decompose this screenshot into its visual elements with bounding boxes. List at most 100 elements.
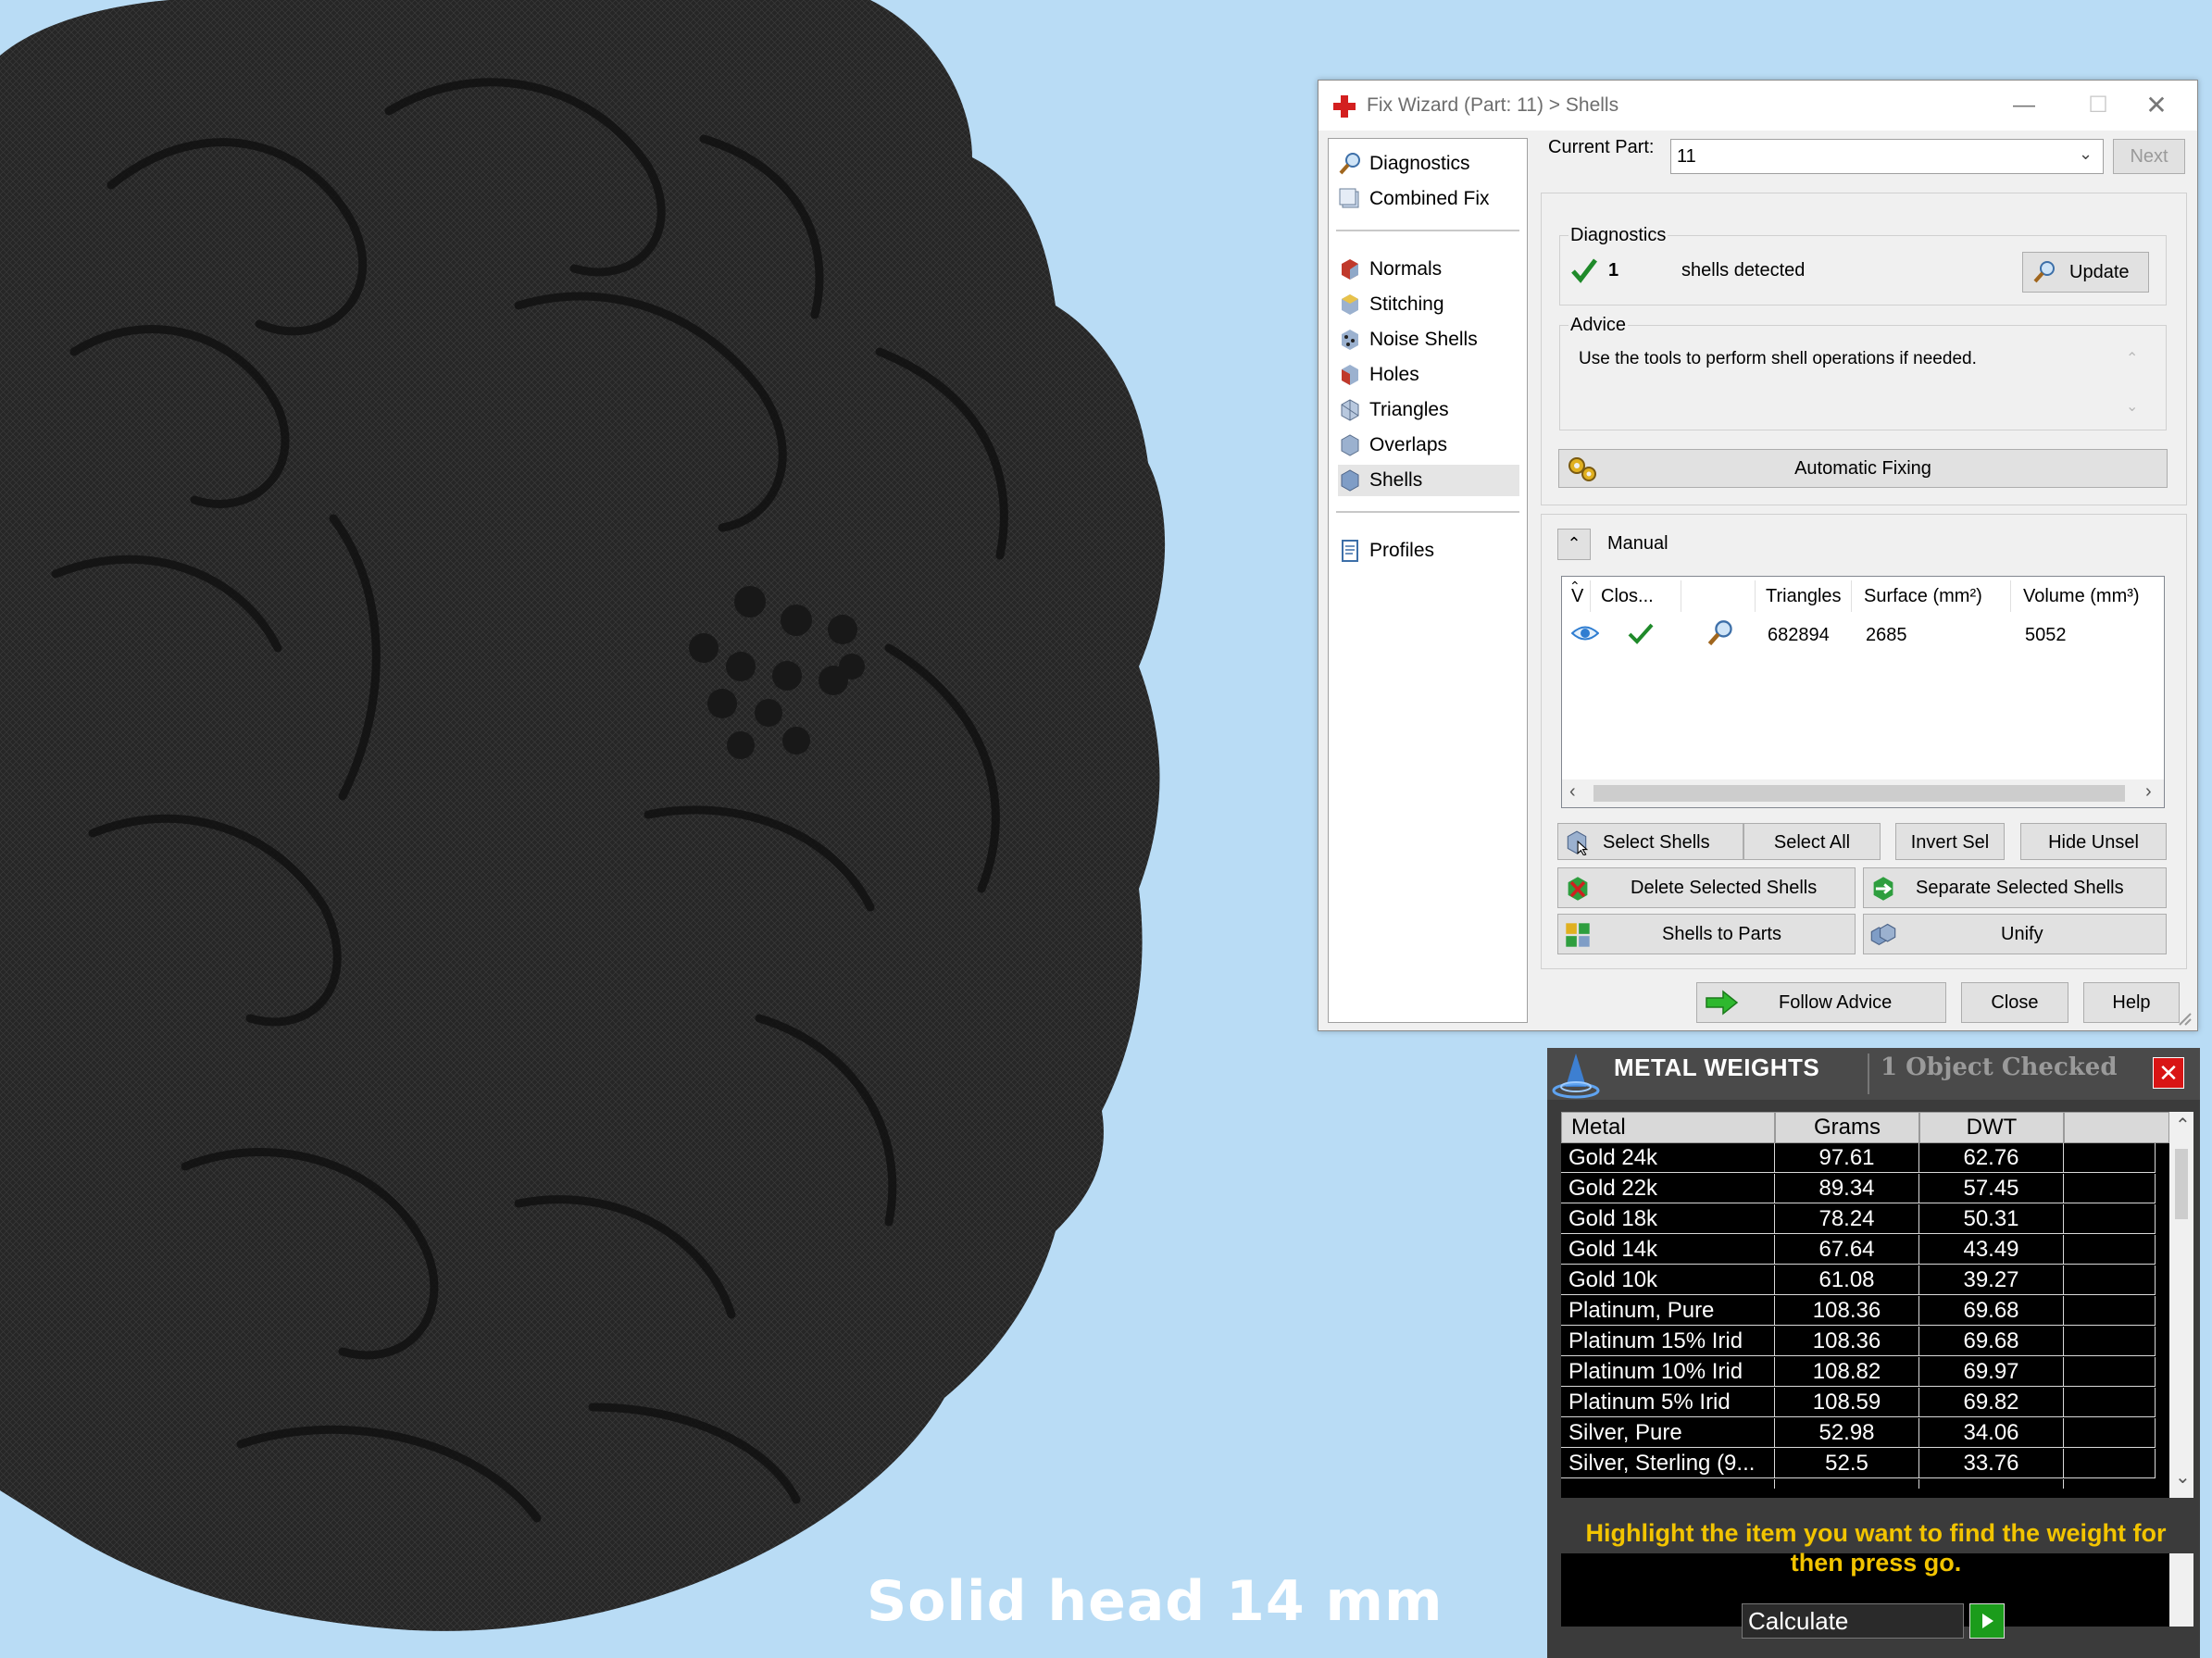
column-header-closed[interactable]: Clos...	[1601, 586, 1654, 607]
separate-selected-shells-button[interactable]: Separate Selected Shells	[1863, 867, 2167, 908]
automatic-fixing-button[interactable]: Automatic Fixing	[1558, 449, 2168, 488]
column-header-blank	[2064, 1112, 2169, 1143]
eye-icon[interactable]	[1571, 625, 1599, 642]
inspect-magnifier-icon[interactable]	[1706, 619, 1734, 647]
nav-item-diagnostics[interactable]: Diagnostics	[1338, 148, 1519, 180]
table-row[interactable]: Gold 18k 78.24 50.31	[1561, 1204, 2156, 1235]
horizontal-scrollbar[interactable]: ‹ ›	[1562, 779, 2164, 807]
model-viewport[interactable]	[0, 0, 1204, 1658]
nav-item-profiles[interactable]: Profiles	[1338, 535, 1519, 567]
delete-selected-shells-button[interactable]: Delete Selected Shells	[1557, 867, 1856, 908]
current-part-select[interactable]: 11 ⌄	[1670, 139, 2104, 174]
calculate-select[interactable]: Calculate	[1742, 1603, 1964, 1639]
update-button[interactable]: Update	[2022, 252, 2149, 293]
cell-metal: Platinum 15% Irid	[1561, 1327, 1775, 1356]
window-title: Fix Wizard (Part: 11) > Shells	[1367, 94, 1619, 116]
cell-blank	[2064, 1449, 2156, 1478]
table-row[interactable]: Gold 22k 89.34 57.45	[1561, 1174, 2156, 1204]
cell-metal: Platinum, Pure	[1561, 1296, 1775, 1326]
table-row[interactable]: Gold 24k 97.61 62.76	[1561, 1143, 2156, 1174]
nav-item-shells[interactable]: Shells	[1338, 465, 1519, 496]
scroll-left-icon[interactable]: ‹	[1569, 781, 1576, 803]
follow-advice-button[interactable]: Follow Advice	[1696, 982, 1946, 1023]
column-header-volume[interactable]: Volume (mm³)	[2023, 586, 2140, 607]
nav-item-combined-fix[interactable]: Combined Fix	[1338, 183, 1519, 215]
table-row[interactable]: Gold 10k 61.08 39.27	[1561, 1265, 2156, 1296]
cell-triangles: 682894	[1768, 625, 1830, 645]
table-row[interactable]: 682894 2685 5052	[1562, 616, 2164, 649]
cell-grams: 108.82	[1775, 1357, 1919, 1387]
nav-item-stitching[interactable]: Stitching	[1338, 289, 1519, 320]
maximize-button[interactable]: ☐	[2080, 90, 2117, 121]
resize-grip-icon[interactable]	[2176, 1010, 2193, 1027]
next-button[interactable]: Next	[2113, 139, 2185, 174]
cell-blank	[2064, 1265, 2156, 1295]
nav-item-normals[interactable]: Normals	[1338, 254, 1519, 285]
holes-cube-icon	[1342, 365, 1358, 386]
table-row[interactable]: Silver, Sterling (9... 52.5 33.76	[1561, 1449, 2156, 1479]
select-shells-button[interactable]: Select Shells	[1557, 823, 1743, 860]
shells-grid[interactable]: ⌃ V Clos... Triangles Surface (mm²) Volu…	[1561, 576, 2165, 808]
close-window-button[interactable]: ✕	[2138, 90, 2175, 121]
go-button[interactable]	[1969, 1603, 2005, 1639]
nav-item-triangles[interactable]: Triangles	[1338, 394, 1519, 426]
cell-dwt: 69.82	[1919, 1388, 2064, 1417]
cell-grams: 97.61	[1775, 1143, 1919, 1173]
cell-metal: Platinum 10% Irid	[1561, 1357, 1775, 1387]
cell-surface: 2685	[1866, 625, 1907, 645]
metal-weights-header: METAL WEIGHTS 1 Object Checked ✕	[1547, 1048, 2200, 1100]
table-row[interactable]: Platinum 5% Irid 108.59 69.82	[1561, 1388, 2156, 1418]
table-row[interactable]: Silver, Pure 52.98 34.06	[1561, 1418, 2156, 1449]
invert-sel-button[interactable]: Invert Sel	[1895, 823, 2005, 860]
scroll-right-icon[interactable]: ›	[2145, 781, 2152, 803]
scroll-down-icon[interactable]: ⌄	[2126, 397, 2138, 416]
stitching-cube-icon	[1342, 294, 1358, 316]
column-header-metal[interactable]: Metal	[1561, 1112, 1775, 1143]
cell-dwt: 62.76	[1919, 1143, 2064, 1173]
cell-blank	[2064, 1204, 2156, 1234]
table-row[interactable]: Platinum 15% Irid 108.36 69.68	[1561, 1327, 2156, 1357]
shells-to-parts-icon	[1566, 923, 1590, 947]
nav-item-overlaps[interactable]: Overlaps	[1338, 430, 1519, 461]
unify-button[interactable]: Unify	[1863, 914, 2167, 954]
scroll-up-icon[interactable]: ⌃	[2126, 349, 2138, 368]
column-header-grams[interactable]: Grams	[1775, 1112, 1919, 1143]
delete-selected-label: Delete Selected Shells	[1631, 878, 1818, 898]
column-header-visible[interactable]: V	[1571, 586, 1583, 607]
scroll-down-icon[interactable]: ⌄	[2175, 1465, 2191, 1489]
column-header-surface[interactable]: Surface (mm²)	[1864, 586, 1982, 607]
nav-item-noise-shells[interactable]: Noise Shells	[1338, 324, 1519, 355]
hide-unsel-button[interactable]: Hide Unsel	[2020, 823, 2167, 860]
advice-text: Use the tools to perform shell operation…	[1579, 349, 1977, 368]
collapse-manual-button[interactable]: ⌃	[1557, 529, 1591, 560]
cell-metal: Silver, Pure	[1561, 1418, 1775, 1448]
column-header-dwt[interactable]: DWT	[1919, 1112, 2064, 1143]
help-button[interactable]: Help	[2083, 982, 2180, 1023]
cell-dwt: 39.27	[1919, 1265, 2064, 1295]
table-row[interactable]: Platinum 10% Irid 108.82 69.97	[1561, 1357, 2156, 1388]
table-row[interactable]: Gold 14k 67.64 43.49	[1561, 1235, 2156, 1265]
minimize-button[interactable]: —	[2006, 90, 2043, 121]
cell-dwt	[1919, 1479, 2064, 1489]
gears-icon	[1568, 457, 1596, 481]
select-all-button[interactable]: Select All	[1743, 823, 1881, 860]
column-header-triangles[interactable]: Triangles	[1766, 586, 1842, 607]
separate-selected-label: Separate Selected Shells	[1916, 878, 2124, 898]
diagnostics-group-title: Diagnostics	[1568, 225, 1668, 246]
scrollbar-thumb[interactable]	[2175, 1149, 2188, 1219]
shells-to-parts-button[interactable]: Shells to Parts	[1557, 914, 1856, 954]
nav-label: Shells	[1369, 469, 1423, 491]
column-divider	[1590, 580, 1591, 612]
nav-label: Triangles	[1369, 399, 1449, 420]
header-divider	[1868, 1053, 1869, 1094]
nav-item-holes[interactable]: Holes	[1338, 359, 1519, 391]
table-row[interactable]: Platinum, Pure 108.36 69.68	[1561, 1296, 2156, 1327]
cell-blank	[2064, 1327, 2156, 1356]
scrollbar-thumb[interactable]	[1593, 785, 2125, 802]
scroll-up-icon[interactable]: ⌃	[2175, 1114, 2191, 1137]
title-bar[interactable]: Fix Wizard (Part: 11) > Shells — ☐ ✕	[1318, 81, 2197, 131]
cell-blank	[2064, 1296, 2156, 1326]
close-button[interactable]: Close	[1961, 982, 2068, 1023]
cell-dwt: 34.06	[1919, 1418, 2064, 1448]
metal-close-button[interactable]: ✕	[2153, 1057, 2184, 1089]
